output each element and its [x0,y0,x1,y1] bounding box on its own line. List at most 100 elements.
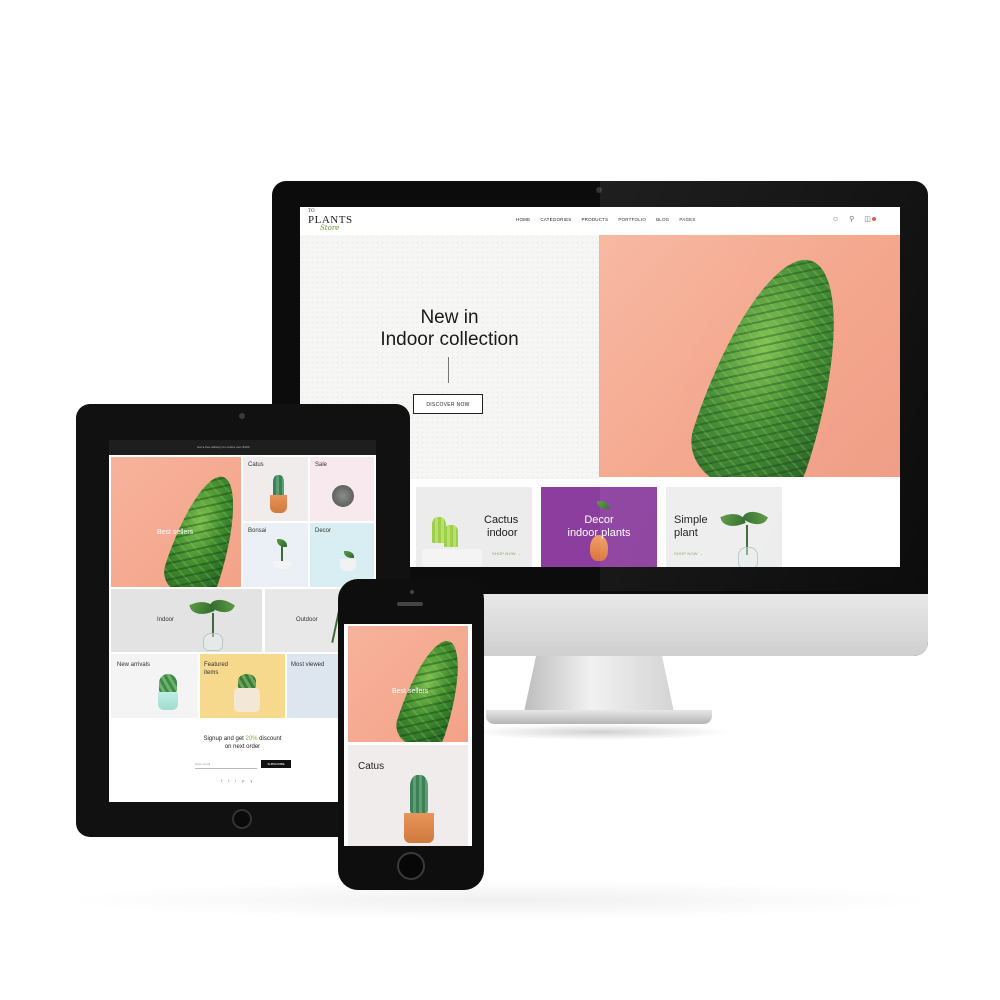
pot-image [158,692,178,710]
monitor-camera [596,187,602,193]
tile-catus[interactable]: Catus [243,457,308,521]
newsletter-subheading: on next order [224,744,261,750]
category-title-line1: Simple [674,514,708,526]
floor-reflection [60,880,940,920]
user-icon[interactable]: ☺ [832,215,839,224]
glass-vase-image [738,547,758,567]
tile-label: Best sellers [392,688,429,695]
tile-label: Bonsai [248,528,267,534]
hero-divider [448,357,449,383]
leaf-image [720,509,746,531]
category-title-line2: plant [674,527,698,539]
discover-now-button[interactable]: DISCOVER NOW [413,394,483,414]
pot-image [234,688,260,712]
category-title-line2: indoor [487,527,518,539]
tablet-home-button [232,809,252,829]
fir-plant-image [677,242,869,477]
category-title-line1: Decor [584,514,614,526]
tile-new-arrivals[interactable]: New arrivals [111,654,198,718]
bonsai-trunk [281,545,283,561]
facebook-icon[interactable]: f [221,778,222,783]
monitor-stand-base [486,710,712,724]
youtube-icon[interactable]: y [250,778,252,783]
shop-now-link[interactable]: SHOP NOW → [674,551,703,556]
planter-image [422,549,482,567]
glass-vase-image [203,633,223,651]
cart-icon[interactable]: ◫ [864,215,876,224]
pinterest-icon[interactable]: p [242,778,244,783]
tile-bonsai[interactable]: Bonsai [243,523,308,587]
hero-image [599,235,900,477]
hero-title-line2: Indoor collection [380,329,519,350]
tile-label: Decor [315,528,332,534]
cactus-image [273,475,284,497]
header-icons: ☺ ⚲ ◫ [832,215,876,224]
tablet-screen: Get a free delivery for orders over $100… [109,440,376,802]
subscribe-button[interactable]: SUBSCRIBE [261,760,291,768]
tile-label: Outdoor [296,617,318,623]
aloe-image [159,674,177,692]
category-card-decor[interactable]: Decor indoor plants [541,487,657,567]
tile-label-line2: items [204,670,219,676]
tile-decor[interactable]: Decor [310,523,374,587]
tablet-camera [239,413,245,419]
category-card-cactus[interactable]: Cactus indoor SHOP NOW → [416,487,532,567]
newsletter-email-input[interactable]: Enter email [195,760,257,769]
nav-categories[interactable]: CATEGORIES [540,217,571,222]
succulent-image [238,674,256,688]
tile-label: Sale [315,462,328,468]
nav-portfolio[interactable]: PORTFOLIO [618,217,646,222]
plant-leaf-icon [597,501,609,509]
tile-label-line1: Featured [204,662,229,668]
social-links: f t i p y [221,778,252,783]
site-logo[interactable]: TO PLANTS Store [308,209,352,232]
tile-label: Best sellers [157,529,194,536]
pot-image [273,561,291,569]
hero-title-line1: New in [420,307,479,328]
cart-count-badge [871,217,876,222]
search-icon[interactable]: ⚲ [849,215,854,224]
pot-image [270,495,287,513]
main-nav: HOME CATEGORIES PRODUCTS PORTFOLIO BLOG … [516,217,696,222]
category-title-line2: indoor plants [567,527,631,539]
tile-indoor[interactable]: Indoor [111,589,262,652]
tablet-topbar: Get a free delivery for orders over $100 [109,440,376,455]
newsletter-highlight: 20% [245,736,258,742]
phone-tile-best-sellers[interactable]: Best sellers [348,626,468,742]
phone-screen: Best sellers Catus [344,624,472,846]
nav-products[interactable]: PRODUCTS [581,217,608,222]
twitter-icon[interactable]: t [228,778,229,783]
tile-label: Most viewed [291,662,325,668]
cactus-image-2 [444,525,458,547]
tile-featured-items[interactable]: Featured items [200,654,285,718]
category-title-line1: Cactus [484,514,519,526]
tile-label: Indoor [157,617,175,623]
hero-title: New in Indoor collection [300,307,599,351]
logo-script: Store [320,224,340,232]
cactus-image [410,775,428,813]
newsletter-heading: Signup and get 20% discount [109,736,376,742]
tile-sale[interactable]: Sale [310,457,374,521]
succulent-image [332,485,354,507]
instagram-icon[interactable]: i [235,778,236,783]
tile-best-sellers[interactable]: Best sellers [111,457,241,587]
phone-speaker [397,602,423,606]
phone-tile-catus[interactable]: Catus [348,745,468,846]
nav-blog[interactable]: BLOG [656,217,669,222]
nav-home[interactable]: HOME [516,217,530,222]
tile-label: Catus [358,761,385,772]
monitor-stand-neck [524,656,674,712]
tile-label: Catus [248,462,264,468]
pot-image [404,813,434,843]
category-card-simple[interactable]: Simple plant SHOP NOW → [666,487,782,567]
topbar-text: Get a free delivery for orders over $100 [197,445,250,449]
plant-leaf [344,551,354,558]
shop-now-link[interactable]: SHOP NOW → [492,551,521,556]
phone-home-button [397,852,425,880]
tile-label: New arrivals [117,662,151,668]
pot-image [340,559,356,571]
phone-camera [410,590,414,594]
newsletter-text-b: discount [257,736,282,742]
monitor-shadow [470,724,730,740]
nav-pages[interactable]: PAGES [679,217,695,222]
